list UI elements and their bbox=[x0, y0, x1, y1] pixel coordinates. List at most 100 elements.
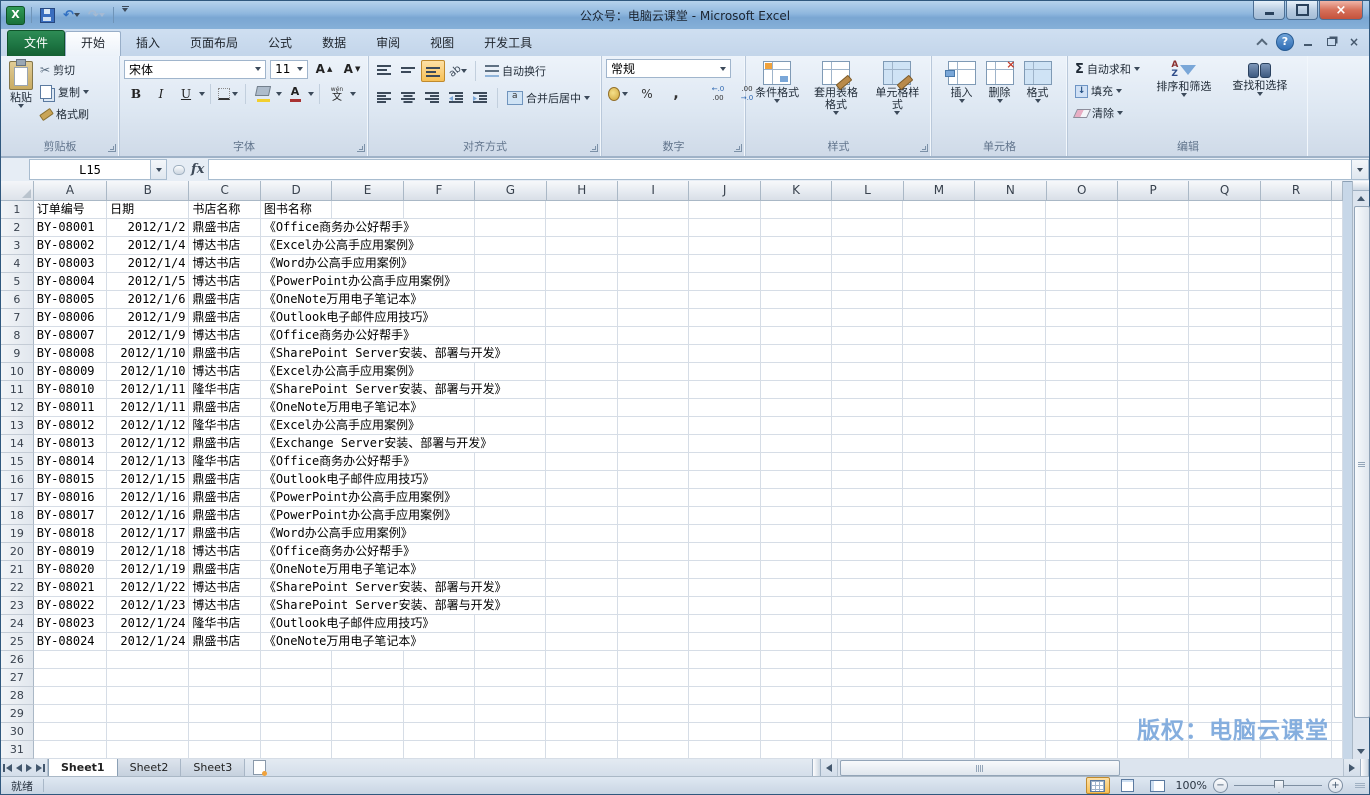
cell-H20[interactable] bbox=[546, 543, 618, 561]
phonetic-guide-button[interactable]: wén 文 bbox=[325, 84, 349, 104]
row-header-28[interactable]: 28 bbox=[1, 687, 34, 705]
cell-partial[interactable] bbox=[1331, 687, 1343, 705]
cell-A22[interactable]: BY-08021 bbox=[33, 579, 108, 597]
cell-C27[interactable] bbox=[189, 669, 261, 687]
cell-J14[interactable] bbox=[689, 435, 761, 453]
cell-M24[interactable] bbox=[903, 615, 975, 633]
cell-E1[interactable] bbox=[332, 201, 404, 219]
cell-N5[interactable] bbox=[974, 273, 1047, 291]
row-header-14[interactable]: 14 bbox=[1, 435, 34, 453]
cell-M27[interactable] bbox=[903, 669, 975, 687]
sheet-tab-sheet1[interactable]: Sheet1 bbox=[48, 759, 118, 776]
cell-M5[interactable] bbox=[903, 273, 975, 291]
increase-decimal-button[interactable]: ←.0.00 bbox=[706, 84, 730, 104]
cell-K12[interactable] bbox=[760, 399, 833, 417]
cell-F1[interactable] bbox=[403, 201, 476, 219]
cell-N9[interactable] bbox=[974, 345, 1047, 363]
cell-R4[interactable] bbox=[1260, 255, 1332, 273]
cell-I31[interactable] bbox=[617, 741, 690, 759]
cell-K28[interactable] bbox=[760, 687, 833, 705]
clipboard-dialog-launcher[interactable] bbox=[108, 144, 116, 152]
cell-L15[interactable] bbox=[832, 453, 904, 471]
cell-A13[interactable]: BY-08012 bbox=[33, 417, 108, 435]
tab-insert[interactable]: 插入 bbox=[121, 32, 175, 56]
cell-N17[interactable] bbox=[974, 489, 1047, 507]
cell-D10[interactable]: 《Excel办公高手应用案例》 bbox=[260, 363, 423, 381]
cell-L2[interactable] bbox=[832, 219, 904, 237]
increase-font-button[interactable]: A ▲ bbox=[312, 59, 336, 79]
cell-D31[interactable] bbox=[260, 741, 333, 759]
tab-file[interactable]: 文件 bbox=[7, 30, 65, 56]
cell-L24[interactable] bbox=[832, 615, 904, 633]
cell-P4[interactable] bbox=[1117, 255, 1190, 273]
cell-P15[interactable] bbox=[1117, 453, 1190, 471]
column-header-D[interactable]: D bbox=[260, 181, 333, 201]
row-header-17[interactable]: 17 bbox=[1, 489, 34, 507]
cell-A28[interactable] bbox=[33, 687, 108, 705]
cell-P9[interactable] bbox=[1117, 345, 1190, 363]
cell-O9[interactable] bbox=[1046, 345, 1118, 363]
cell-Q28[interactable] bbox=[1189, 687, 1261, 705]
cell-C9[interactable]: 鼎盛书店 bbox=[189, 345, 261, 363]
cell-I19[interactable] bbox=[617, 525, 690, 543]
cell-L10[interactable] bbox=[832, 363, 904, 381]
cell-partial[interactable] bbox=[1331, 471, 1343, 489]
cell-A31[interactable] bbox=[33, 741, 108, 759]
cell-A27[interactable] bbox=[33, 669, 108, 687]
cell-R10[interactable] bbox=[1260, 363, 1332, 381]
cell-P24[interactable] bbox=[1117, 615, 1190, 633]
cell-M17[interactable] bbox=[903, 489, 975, 507]
cell-M25[interactable] bbox=[903, 633, 975, 651]
increase-indent-button[interactable] bbox=[469, 88, 491, 108]
cell-D16[interactable]: 《Outlook电子邮件应用技巧》 bbox=[260, 471, 438, 489]
resize-grip[interactable] bbox=[1355, 783, 1365, 788]
cell-partial[interactable] bbox=[1331, 453, 1343, 471]
cell-L3[interactable] bbox=[832, 237, 904, 255]
cell-J31[interactable] bbox=[689, 741, 761, 759]
row-header-8[interactable]: 8 bbox=[1, 327, 34, 345]
close-button[interactable]: × bbox=[1319, 1, 1363, 20]
cell-E30[interactable] bbox=[332, 723, 404, 741]
cell-Q18[interactable] bbox=[1189, 507, 1261, 525]
align-center-button[interactable] bbox=[397, 88, 419, 108]
cell-A29[interactable] bbox=[33, 705, 108, 723]
insert-function-button[interactable]: fx bbox=[191, 162, 204, 177]
cell-O2[interactable] bbox=[1046, 219, 1118, 237]
cell-E31[interactable] bbox=[332, 741, 404, 759]
cell-R28[interactable] bbox=[1260, 687, 1332, 705]
row-header-26[interactable]: 26 bbox=[1, 651, 34, 669]
cell-B5[interactable]: 2012/1/5 bbox=[107, 273, 190, 291]
cell-Q12[interactable] bbox=[1189, 399, 1261, 417]
cell-partial[interactable] bbox=[1331, 597, 1343, 615]
cell-partial[interactable] bbox=[1331, 255, 1343, 273]
first-sheet-button[interactable] bbox=[3, 763, 12, 772]
cell-B27[interactable] bbox=[107, 669, 190, 687]
cell-L6[interactable] bbox=[832, 291, 904, 309]
cell-D2[interactable]: 《Office商务办公好帮手》 bbox=[260, 219, 419, 237]
cell-P27[interactable] bbox=[1117, 669, 1190, 687]
cell-partial[interactable] bbox=[1331, 651, 1343, 669]
cell-L23[interactable] bbox=[832, 597, 904, 615]
tab-review[interactable]: 审阅 bbox=[361, 32, 415, 56]
cell-I6[interactable] bbox=[617, 291, 690, 309]
cell-P23[interactable] bbox=[1117, 597, 1190, 615]
styles-dialog-launcher[interactable] bbox=[920, 144, 928, 152]
cell-B16[interactable]: 2012/1/15 bbox=[107, 471, 190, 489]
cell-M21[interactable] bbox=[903, 561, 975, 579]
clear-button[interactable]: 清除 bbox=[1072, 103, 1143, 123]
cell-I30[interactable] bbox=[617, 723, 690, 741]
cell-F26[interactable] bbox=[403, 651, 476, 669]
cell-R22[interactable] bbox=[1260, 579, 1332, 597]
cell-D26[interactable] bbox=[260, 651, 333, 669]
cell-L11[interactable] bbox=[832, 381, 904, 399]
cell-D8[interactable]: 《Office商务办公好帮手》 bbox=[260, 327, 419, 345]
fill-button[interactable]: ↓ 填充 bbox=[1072, 81, 1143, 101]
cell-H10[interactable] bbox=[546, 363, 618, 381]
cell-H29[interactable] bbox=[546, 705, 618, 723]
cell-B19[interactable]: 2012/1/17 bbox=[107, 525, 190, 543]
cell-F29[interactable] bbox=[403, 705, 476, 723]
cell-G1[interactable] bbox=[475, 201, 547, 219]
cell-C11[interactable]: 隆华书店 bbox=[189, 381, 261, 399]
cell-Q21[interactable] bbox=[1189, 561, 1261, 579]
wrap-text-button[interactable]: 自动换行 bbox=[482, 63, 549, 79]
